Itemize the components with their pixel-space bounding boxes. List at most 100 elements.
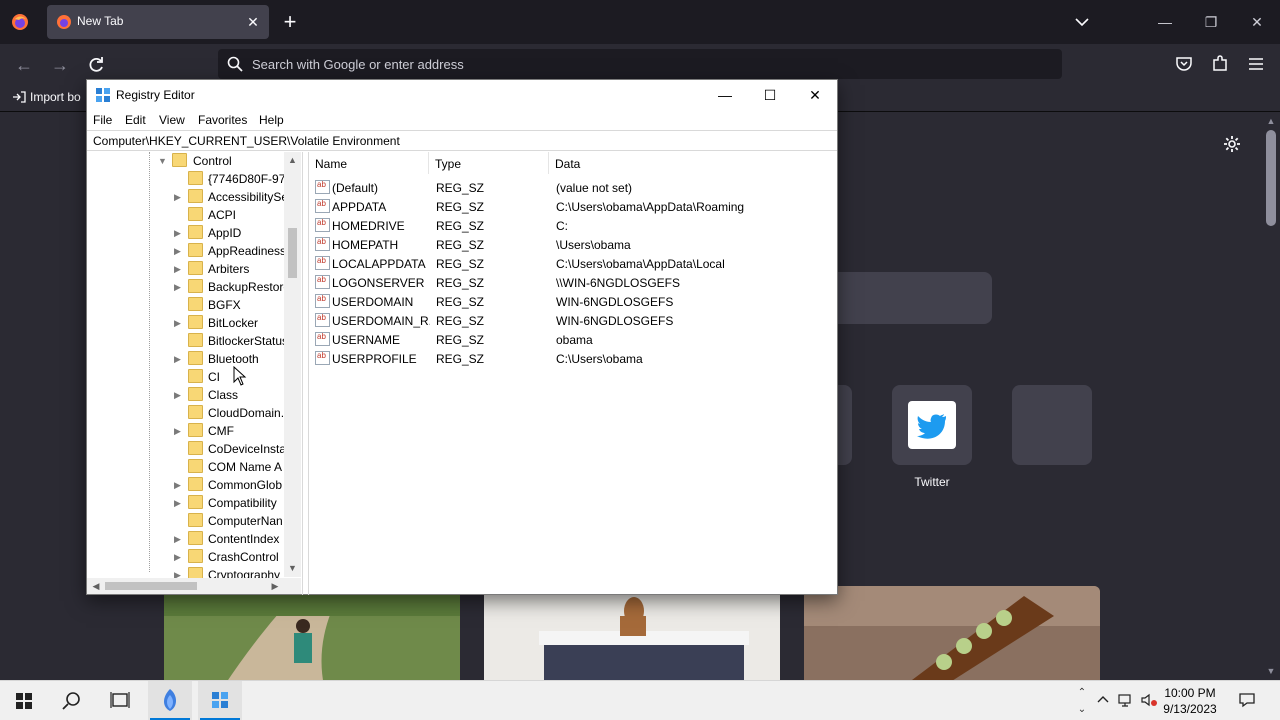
regedit-close-button[interactable]: ✕: [803, 83, 827, 107]
tree-node[interactable]: ▶ ContentIndex: [87, 530, 287, 548]
import-bookmarks-link[interactable]: Import bo: [12, 90, 81, 104]
taskbar-firefox-button[interactable]: [148, 681, 192, 720]
chevron-down-icon[interactable]: [1072, 12, 1092, 32]
tree-scroll-down-icon[interactable]: ▼: [287, 562, 298, 574]
expand-chevron-icon[interactable]: ▶: [174, 550, 184, 564]
tree-node[interactable]: ▶ AppID: [87, 224, 287, 242]
tree-node[interactable]: ACPI: [87, 206, 287, 224]
tree-node[interactable]: ▶ Compatibility: [87, 494, 287, 512]
story-card-dog[interactable]: [484, 586, 780, 686]
expand-chevron-icon[interactable]: ▶: [174, 262, 184, 276]
show-hidden-icons-chevron-up-icon[interactable]: [1094, 691, 1112, 709]
tree-node[interactable]: ▶ AppReadiness: [87, 242, 287, 260]
tree-horizontal-scrollbar[interactable]: ◀ ▶: [87, 578, 301, 594]
tree-node[interactable]: CoDeviceInsta: [87, 440, 287, 458]
url-bar[interactable]: Search with Google or enter address: [218, 49, 1062, 79]
registry-value-row[interactable]: ab APPDATA REG_SZ C:\Users\obama\AppData\Ro…: [309, 197, 837, 216]
registry-value-row[interactable]: ab USERDOMAIN REG_SZ WIN-6NGDLOSGEFS: [309, 292, 837, 311]
expand-chevron-icon[interactable]: ▶: [174, 190, 184, 204]
tree-node[interactable]: ▶ Arbiters: [87, 260, 287, 278]
tree-node-control[interactable]: ▼ Control: [87, 152, 287, 170]
page-scroll-thumb[interactable]: [1266, 130, 1276, 226]
tree-scroll-right-icon[interactable]: ▶: [269, 580, 281, 592]
regedit-minimize-button[interactable]: —: [713, 83, 737, 107]
action-center-icon[interactable]: [1238, 691, 1256, 709]
restore-window-button[interactable]: ❐: [1199, 10, 1223, 34]
expand-chevron-icon[interactable]: ▶: [174, 352, 184, 366]
close-tab-icon[interactable]: ✕: [243, 12, 263, 32]
registry-value-row[interactable]: ab USERDOMAIN_R... REG_SZ WIN-6NGDLOSGEFS: [309, 311, 837, 330]
regedit-title-bar[interactable]: Registry Editor — ☐ ✕: [87, 80, 837, 110]
expand-chevron-icon[interactable]: ▶: [174, 532, 184, 546]
taskbar-regedit-button[interactable]: [198, 681, 242, 720]
menu-file[interactable]: File: [93, 113, 112, 127]
expand-chevron-icon[interactable]: ▶: [174, 478, 184, 492]
tree-node[interactable]: ▶ CrashControl: [87, 548, 287, 566]
tree-node[interactable]: COM Name A: [87, 458, 287, 476]
tree-node[interactable]: ▶ CommonGlob: [87, 476, 287, 494]
tree-node[interactable]: CI: [87, 368, 287, 386]
tree-scroll-thumb[interactable]: [288, 228, 297, 278]
tree-hscroll-thumb[interactable]: [105, 582, 197, 590]
scroll-down-icon[interactable]: ▼: [1266, 666, 1276, 676]
tree-node[interactable]: ▶ BitLocker: [87, 314, 287, 332]
scroll-up-icon[interactable]: ▲: [1266, 116, 1276, 126]
tree-node[interactable]: BGFX: [87, 296, 287, 314]
tree-node[interactable]: BitlockerStatus: [87, 332, 287, 350]
tray-scroll-icon[interactable]: ⌃ ⌄: [1073, 684, 1091, 718]
page-scrollbar[interactable]: ▲ ▼: [1262, 112, 1280, 680]
registry-value-row[interactable]: ab HOMEDRIVE REG_SZ C:: [309, 216, 837, 235]
tab-new-tab[interactable]: New Tab ✕: [47, 5, 269, 39]
search-button[interactable]: [50, 681, 94, 720]
shortcut-tile-twitter[interactable]: [892, 385, 972, 465]
menu-edit[interactable]: Edit: [125, 113, 146, 127]
tree-node[interactable]: ▶ AccessibilitySe: [87, 188, 287, 206]
expand-chevron-icon[interactable]: ▶: [174, 496, 184, 510]
menu-favorites[interactable]: Favorites: [198, 113, 247, 127]
tree-node[interactable]: ▶ Class: [87, 386, 287, 404]
expand-chevron-icon[interactable]: ▶: [174, 244, 184, 258]
story-card-food[interactable]: [804, 586, 1100, 686]
forward-button[interactable]: →: [49, 54, 71, 76]
expand-chevron-icon[interactable]: ▶: [174, 226, 184, 240]
column-header-name[interactable]: Name: [309, 152, 429, 174]
network-icon[interactable]: [1117, 691, 1135, 709]
start-button[interactable]: [2, 681, 46, 720]
gear-icon[interactable]: [1222, 134, 1242, 154]
tree-node[interactable]: CloudDomain.: [87, 404, 287, 422]
registry-value-row[interactable]: ab LOCALAPPDATA REG_SZ C:\Users\obama\AppDa…: [309, 254, 837, 273]
tree-scroll-up-icon[interactable]: ▲: [287, 154, 298, 166]
tree-node[interactable]: ▶ Bluetooth: [87, 350, 287, 368]
tree-node[interactable]: ▶ CMF: [87, 422, 287, 440]
expand-chevron-icon[interactable]: ▶: [174, 388, 184, 402]
shortcut-tile-empty[interactable]: [1012, 385, 1092, 465]
expand-chevron-icon[interactable]: ▶: [174, 280, 184, 294]
menu-icon[interactable]: [1246, 54, 1266, 74]
column-header-type[interactable]: Type: [429, 152, 549, 174]
extensions-icon[interactable]: [1210, 54, 1230, 74]
pocket-icon[interactable]: [1174, 54, 1194, 74]
reload-icon[interactable]: [85, 54, 107, 76]
registry-value-row[interactable]: ab LOGONSERVER REG_SZ \\WIN-6NGDLOSGEFS: [309, 273, 837, 292]
volume-muted-icon[interactable]: [1140, 691, 1158, 709]
new-tab-button[interactable]: +: [280, 11, 300, 33]
tree-scroll-left-icon[interactable]: ◀: [90, 580, 102, 592]
regedit-maximize-button[interactable]: ☐: [758, 83, 782, 107]
menu-view[interactable]: View: [159, 113, 185, 127]
tree-node[interactable]: ▶ BackupRestore: [87, 278, 287, 296]
collapse-chevron-icon[interactable]: ▼: [158, 154, 168, 168]
story-card-trail[interactable]: [164, 586, 460, 686]
menu-help[interactable]: Help: [259, 113, 284, 127]
task-view-button[interactable]: [98, 681, 142, 720]
regedit-address-bar[interactable]: Computer\HKEY_CURRENT_USER\Volatile Envi…: [87, 130, 837, 151]
taskbar-clock[interactable]: 10:00 PM 9/13/2023: [1158, 685, 1222, 717]
expand-chevron-icon[interactable]: ▶: [174, 316, 184, 330]
registry-value-row[interactable]: ab (Default) REG_SZ (value not set): [309, 178, 837, 197]
back-button[interactable]: ←: [13, 54, 35, 76]
registry-value-row[interactable]: ab USERPROFILE REG_SZ C:\Users\obama: [309, 349, 837, 368]
column-header-data[interactable]: Data: [549, 152, 836, 174]
minimize-window-button[interactable]: —: [1153, 10, 1177, 34]
registry-value-row[interactable]: ab USERNAME REG_SZ obama: [309, 330, 837, 349]
tree-node[interactable]: {7746D80F-97E: [87, 170, 287, 188]
registry-value-row[interactable]: ab HOMEPATH REG_SZ \Users\obama: [309, 235, 837, 254]
